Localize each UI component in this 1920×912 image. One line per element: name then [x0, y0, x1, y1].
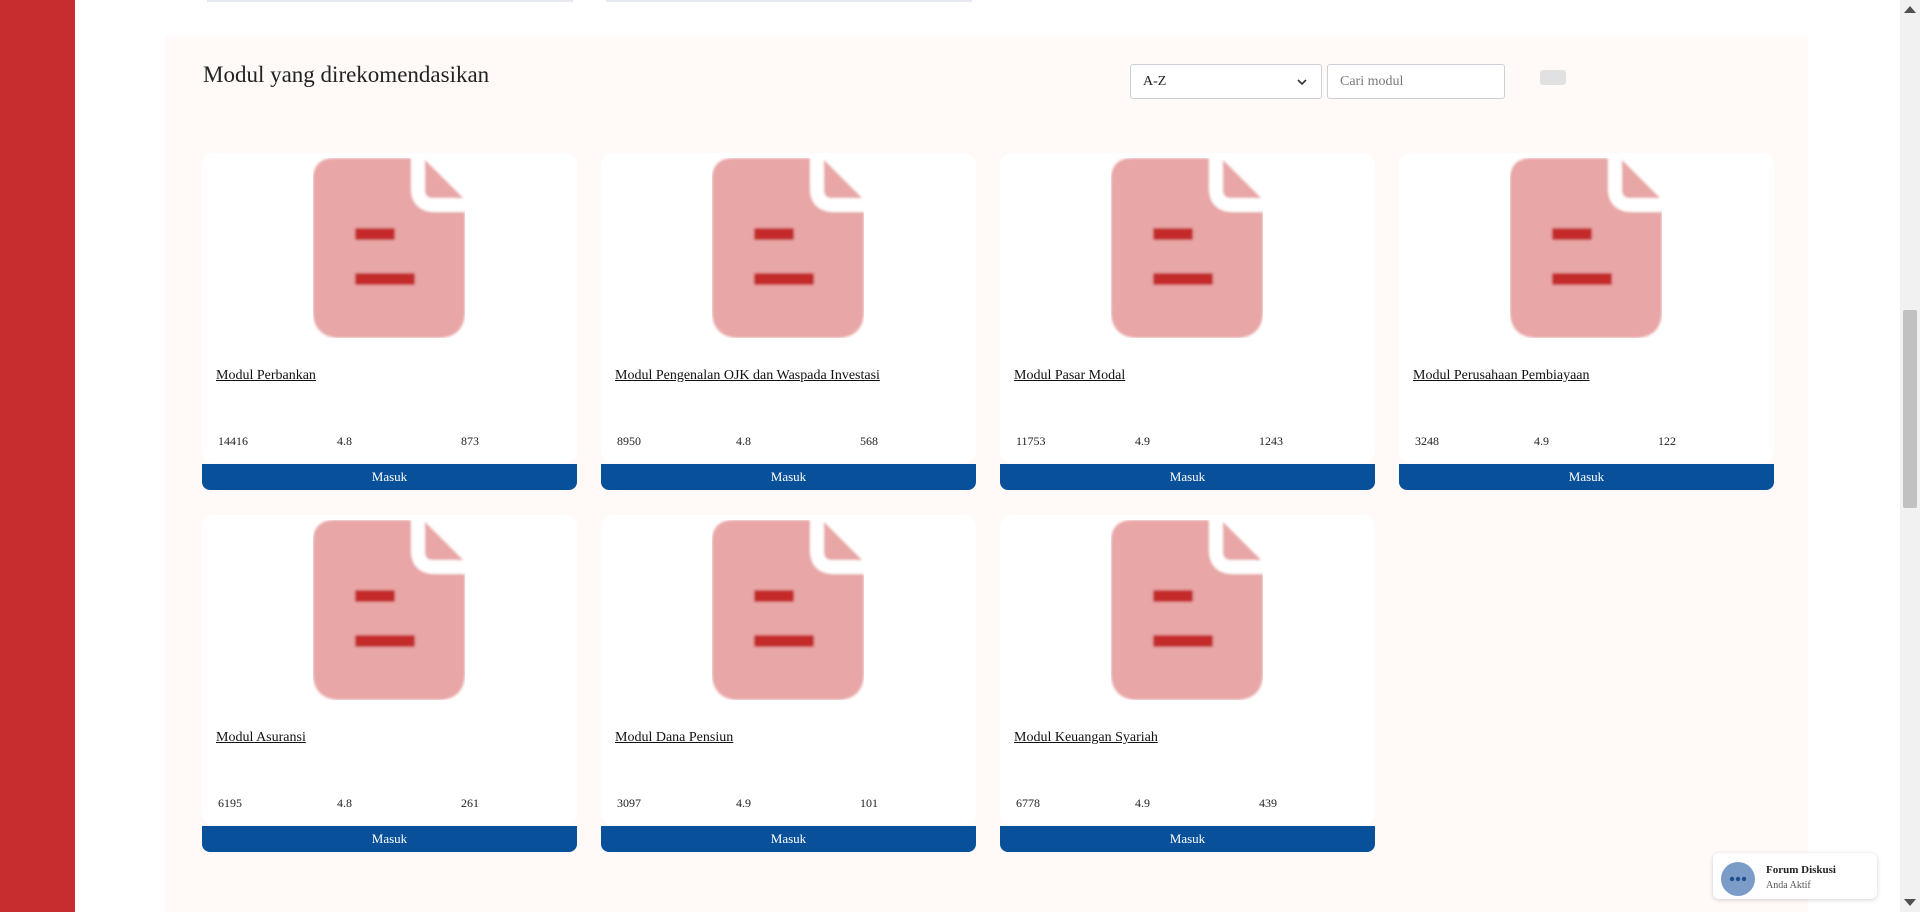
sort-select[interactable]: A-Z [1130, 64, 1322, 99]
module-stat-rating: 4.9 [1135, 796, 1150, 810]
previous-card-edge [606, 0, 972, 2]
chevron-down-icon [1297, 79, 1307, 86]
module-stat-learners: 3097 [617, 796, 641, 810]
module-stat-rating: 4.9 [1534, 434, 1549, 448]
section-title: Modul yang direkomendasikan [203, 62, 490, 87]
scroll-up-arrow-icon[interactable] [1904, 6, 1916, 13]
module-title-link[interactable]: Modul Perbankan [216, 368, 316, 384]
document-icon [313, 158, 465, 338]
forum-status: Anda Aktif [1766, 880, 1811, 891]
module-stat-rating: 4.9 [736, 796, 751, 810]
module-stat-rating: 4.8 [337, 796, 352, 810]
masuk-button[interactable]: Masuk [1000, 464, 1375, 490]
module-stat-learners: 8950 [617, 434, 641, 448]
module-stat-learners: 6195 [218, 796, 242, 810]
masuk-button[interactable]: Masuk [601, 464, 976, 490]
view-toggle-button[interactable] [1540, 70, 1566, 85]
previous-card-edge [207, 0, 573, 2]
masuk-button[interactable]: Masuk [202, 826, 577, 852]
search-input[interactable] [1327, 64, 1505, 99]
document-icon [1111, 520, 1263, 700]
module-card: Modul Perusahaan Pembiayaan 3248 4.9 122 Mas… [1399, 153, 1774, 490]
module-card: Modul Keuangan Syariah 6778 4.9 439 Masuk [1000, 515, 1375, 852]
module-title-link[interactable]: Modul Pengenalan OJK dan Waspada Investa… [615, 368, 880, 384]
scrollbar[interactable] [1900, 0, 1920, 912]
module-stat-rating: 4.8 [736, 434, 751, 448]
left-sidebar-rail [0, 0, 75, 912]
module-title-link[interactable]: Modul Asuransi [216, 730, 306, 746]
module-stat-rating: 4.8 [337, 434, 352, 448]
module-card: Modul Perbankan 14416 4.8 873 Masuk [202, 153, 577, 490]
masuk-button[interactable]: Masuk [601, 826, 976, 852]
masuk-button[interactable]: Masuk [202, 464, 577, 490]
module-stat-learners: 3248 [1415, 434, 1439, 448]
module-stat-reviews: 439 [1259, 796, 1277, 810]
document-icon [313, 520, 465, 700]
module-card: Modul Pasar Modal 11753 4.9 1243 Masuk [1000, 153, 1375, 490]
sort-select-value: A-Z [1143, 74, 1167, 89]
module-stat-reviews: 1243 [1259, 434, 1283, 448]
module-title-link[interactable]: Modul Dana Pensiun [615, 730, 733, 746]
module-stat-reviews: 122 [1658, 434, 1676, 448]
module-stat-reviews: 568 [860, 434, 878, 448]
module-stat-reviews: 101 [860, 796, 878, 810]
module-stat-reviews: 873 [461, 434, 479, 448]
module-card: Modul Dana Pensiun 3097 4.9 101 Masuk [601, 515, 976, 852]
module-stat-learners: 6778 [1016, 796, 1040, 810]
module-card: Modul Asuransi 6195 4.8 261 Masuk [202, 515, 577, 852]
scroll-down-arrow-icon[interactable] [1904, 899, 1916, 906]
module-title-link[interactable]: Modul Pasar Modal [1014, 368, 1125, 384]
previous-section-panel [165, 0, 1808, 37]
scroll-thumb[interactable] [1903, 310, 1917, 508]
module-card: Modul Pengenalan OJK dan Waspada Investa… [601, 153, 976, 490]
document-icon [712, 520, 864, 700]
module-stat-learners: 14416 [218, 434, 248, 448]
module-title-link[interactable]: Modul Perusahaan Pembiayaan [1413, 368, 1590, 384]
forum-title: Forum Diskusi [1766, 864, 1836, 876]
document-icon [1111, 158, 1263, 338]
masuk-button[interactable]: Masuk [1000, 826, 1375, 852]
module-stat-learners: 11753 [1016, 434, 1046, 448]
chat-bubble-icon [1721, 862, 1755, 896]
module-title-link[interactable]: Modul Keuangan Syariah [1014, 730, 1158, 746]
document-icon [1510, 158, 1662, 338]
module-stat-reviews: 261 [461, 796, 479, 810]
module-stat-rating: 4.9 [1135, 434, 1150, 448]
masuk-button[interactable]: Masuk [1399, 464, 1774, 490]
forum-diskusi-widget[interactable]: Forum Diskusi Anda Aktif [1713, 853, 1877, 899]
document-icon [712, 158, 864, 338]
